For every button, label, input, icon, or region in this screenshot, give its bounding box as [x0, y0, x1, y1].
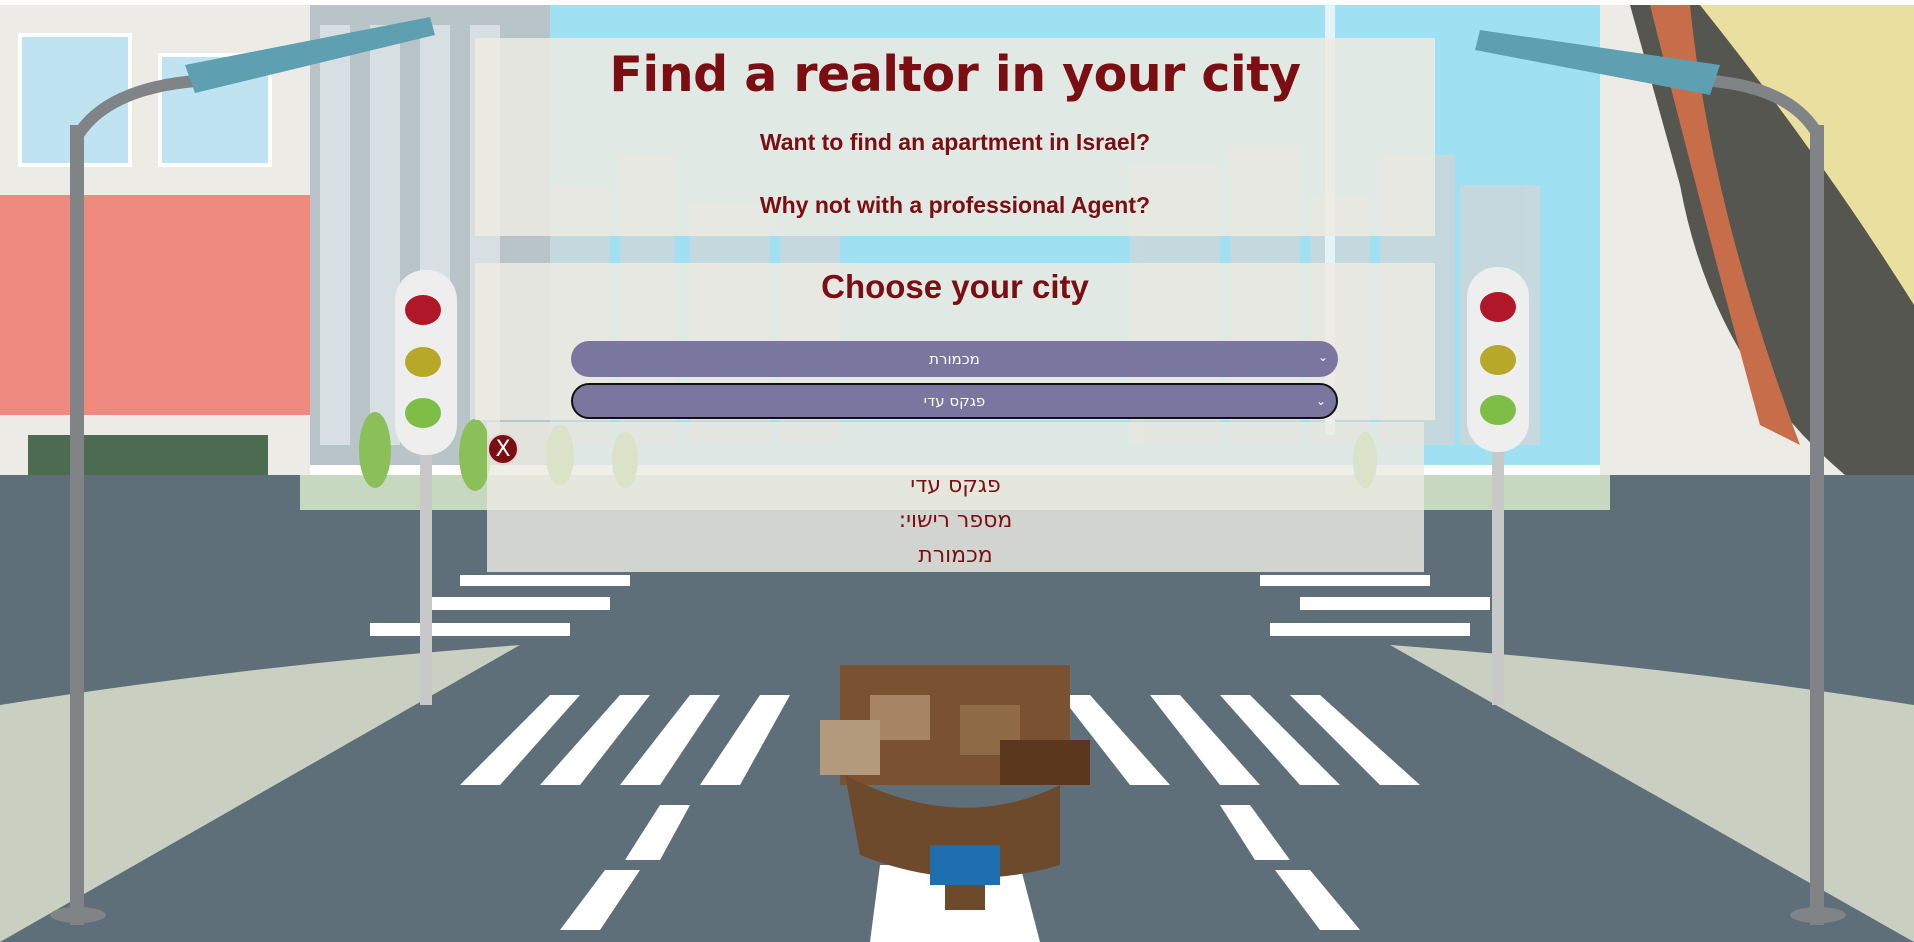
page-title: Find a realtor in your city — [609, 46, 1301, 103]
agent-name: פגקס עדי — [910, 473, 1001, 498]
subtitle-agent: Why not with a professional Agent? — [759, 192, 1151, 218]
city-selection-panel: Choose your city מכמורת ⌄ פגקס עדי ⌄ — [475, 263, 1435, 420]
agent-city: מכמורת — [918, 543, 993, 568]
chevron-down-icon: ⌄ — [1317, 350, 1328, 364]
license-number-label: מספר רישוי: — [898, 508, 1013, 533]
chevron-down-icon: ⌄ — [1315, 394, 1326, 408]
city-select-value: מכמורת — [929, 350, 980, 368]
close-button[interactable]: X — [487, 433, 519, 465]
header-panel: Find a realtor in your city Want to find… — [475, 38, 1435, 236]
choose-city-heading: Choose your city — [821, 268, 1089, 305]
subtitle-apartment: Want to find an apartment in Israel? — [759, 129, 1151, 155]
agent-select-value: פגקס עדי — [923, 392, 986, 410]
agent-select[interactable]: פגקס עדי ⌄ — [571, 383, 1338, 419]
city-select[interactable]: מכמורת ⌄ — [571, 341, 1338, 377]
agent-details-card: פגקס עדי מספר רישוי: מכמורת — [487, 422, 1424, 572]
